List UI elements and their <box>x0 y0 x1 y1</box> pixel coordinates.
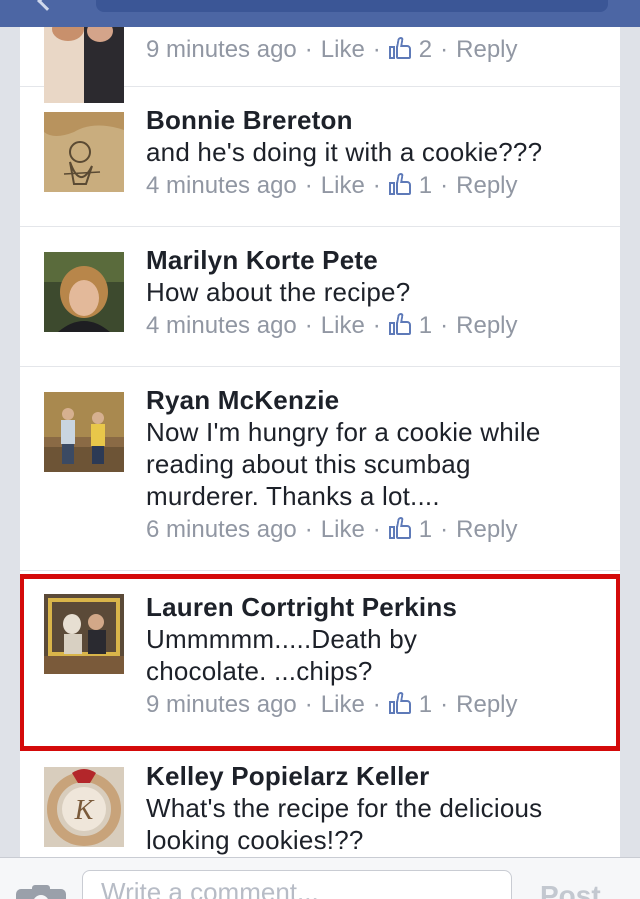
comment-meta: 4 minutes ago · Like · 1 · Reply <box>146 308 610 344</box>
avatar[interactable] <box>44 594 124 674</box>
comment-text: Ummmmm.....Death by chocolate. ...chips? <box>146 624 418 686</box>
comment-composer: Post <box>0 857 640 899</box>
reply-link[interactable]: Reply <box>456 687 517 723</box>
like-count: 1 <box>418 172 433 199</box>
comment-item: Marilyn Korte Pete How about the recipe?… <box>20 227 620 367</box>
reply-link[interactable]: Reply <box>456 308 517 344</box>
search-bar[interactable] <box>96 0 608 12</box>
avatar[interactable] <box>44 392 124 472</box>
avatar[interactable]: K <box>44 767 124 847</box>
comment-meta: 9 minutes ago · Like · 1 · Reply <box>146 687 606 723</box>
comment-author[interactable]: Kelley Popielarz Keller <box>146 760 610 792</box>
meta-separator: · <box>372 36 381 63</box>
back-icon[interactable] <box>37 0 57 11</box>
reply-link[interactable]: Reply <box>456 168 517 204</box>
camera-icon[interactable] <box>16 885 66 899</box>
like-count: 2 <box>418 36 433 63</box>
like-link[interactable]: Like <box>321 687 365 723</box>
comment-author[interactable]: Lauren Cortright Perkins <box>146 591 606 623</box>
meta-separator: · <box>440 312 449 339</box>
comment-timestamp: 4 minutes ago <box>146 172 297 199</box>
meta-separator: · <box>372 516 381 543</box>
like-thumb-icon <box>388 692 411 714</box>
like-count: 1 <box>418 516 433 543</box>
comment-timestamp: 4 minutes ago <box>146 312 297 339</box>
comment-text: How about the recipe? <box>146 277 411 307</box>
meta-separator: · <box>440 516 449 543</box>
comment-input[interactable] <box>82 870 512 899</box>
comment-list: 9 minutes ago · Like · 2 · Reply Bonnie … <box>20 27 620 857</box>
comment-author[interactable]: Marilyn Korte Pete <box>146 244 610 276</box>
comment-timestamp: 6 minutes ago <box>146 516 297 543</box>
like-thumb-icon <box>388 37 411 59</box>
avatar[interactable] <box>44 252 124 332</box>
comment-meta: 6 minutes ago · Like · 1 · Reply <box>146 512 610 548</box>
like-link[interactable]: Like <box>321 512 365 548</box>
like-link[interactable]: Like <box>321 32 365 68</box>
comment-author[interactable]: Bonnie Brereton <box>146 104 610 136</box>
like-thumb-icon <box>388 313 411 335</box>
meta-separator: · <box>304 172 313 199</box>
comment-timestamp: 9 minutes ago <box>146 691 297 718</box>
comment-author[interactable]: Ryan McKenzie <box>146 384 610 416</box>
avatar[interactable] <box>44 112 124 192</box>
like-count: 1 <box>418 691 433 718</box>
comment-item: Bonnie Brereton and he's doing it with a… <box>20 87 620 227</box>
comment-meta: 4 minutes ago · Like · 1 · Reply <box>146 168 610 204</box>
like-thumb-icon <box>388 517 411 539</box>
meta-separator: · <box>440 172 449 199</box>
meta-separator: · <box>304 516 313 543</box>
comment-text: and he's doing it with a cookie??? <box>146 137 543 167</box>
like-link[interactable]: Like <box>321 308 365 344</box>
comment-meta: 9 minutes ago · Like · 2 · Reply <box>146 32 610 68</box>
meta-separator: · <box>304 36 313 63</box>
svg-text:K: K <box>74 795 95 826</box>
comment-timestamp: 9 minutes ago <box>146 36 297 63</box>
comment-text: What's the recipe for the delicious look… <box>146 793 543 855</box>
comment-text: Now I'm hungry for a cookie while readin… <box>146 417 541 511</box>
like-count: 1 <box>418 312 433 339</box>
highlighted-comment-item: Lauren Cortright Perkins Ummmmm.....Deat… <box>20 574 620 751</box>
meta-separator: · <box>372 172 381 199</box>
comment-item: Ryan McKenzie Now I'm hungry for a cooki… <box>20 367 620 571</box>
meta-separator: · <box>304 691 313 718</box>
like-thumb-icon <box>388 173 411 195</box>
meta-separator: · <box>440 691 449 718</box>
comment-item: 9 minutes ago · Like · 2 · Reply <box>20 27 620 103</box>
top-nav-bar <box>0 0 640 27</box>
reply-link[interactable]: Reply <box>456 512 517 548</box>
like-link[interactable]: Like <box>321 168 365 204</box>
meta-separator: · <box>304 312 313 339</box>
meta-separator: · <box>372 312 381 339</box>
reply-link[interactable]: Reply <box>456 32 517 68</box>
meta-separator: · <box>372 691 381 718</box>
comment-item: K Kelley Popielarz Keller What's the rec… <box>20 753 620 857</box>
meta-separator: · <box>440 36 449 63</box>
post-button[interactable]: Post <box>540 880 601 899</box>
